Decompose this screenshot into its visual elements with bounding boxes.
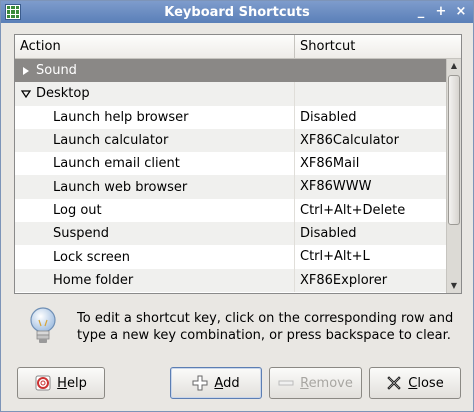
- add-mnemonic: A: [214, 375, 224, 391]
- action-label: Lock screen: [53, 249, 130, 265]
- action-cell: Home folder: [15, 268, 295, 292]
- action-cell: Launch web browser: [15, 175, 295, 199]
- tree-row[interactable]: Launch help browser Disabled: [15, 105, 447, 129]
- close-label: lose: [417, 375, 444, 391]
- remove-button[interactable]: Remove: [269, 367, 362, 399]
- add-label: dd: [223, 375, 240, 391]
- scrollbar-thumb[interactable]: [448, 75, 460, 225]
- keyboard-app-icon: [5, 4, 21, 20]
- shortcut-cell[interactable]: Disabled: [295, 222, 447, 245]
- action-cell: Launch help browser: [15, 105, 295, 129]
- action-label: Launch help browser: [53, 109, 189, 125]
- action-label: Suspend: [53, 226, 110, 242]
- action-cell: Launch email client: [15, 152, 295, 176]
- action-label: Launch email client: [53, 156, 180, 172]
- action-cell: Lock screen: [15, 245, 295, 269]
- action-cell: Sound: [15, 59, 295, 83]
- tree-row[interactable]: Log out Ctrl+Alt+Delete: [15, 198, 447, 223]
- add-icon: [192, 375, 208, 391]
- action-label: Desktop: [36, 86, 90, 102]
- tree-row[interactable]: Suspend Disabled: [15, 222, 447, 246]
- action-cell: Suspend: [15, 222, 295, 246]
- shortcut-cell[interactable]: XF86WWW: [295, 175, 447, 198]
- close-button[interactable]: Close: [369, 367, 461, 399]
- shortcut-cell[interactable]: Disabled: [295, 106, 447, 129]
- tree-group-row[interactable]: Sound: [15, 59, 447, 83]
- shortcut-cell[interactable]: XF86Mail: [295, 152, 447, 175]
- help-icon: [35, 375, 51, 391]
- keyboard-shortcuts-dialog: Keyboard Shortcuts _ + × Action Shortcut…: [0, 0, 474, 412]
- lightbulb-icon: [30, 307, 56, 343]
- action-label: Home folder: [53, 272, 134, 288]
- tree-group-row[interactable]: Desktop: [15, 82, 447, 106]
- column-header-shortcut[interactable]: Shortcut: [295, 35, 461, 59]
- shortcuts-tree-view[interactable]: Action Shortcut Sound Desktop Launch help …: [14, 34, 462, 294]
- remove-label: emove: [308, 375, 353, 391]
- shortcut-cell[interactable]: [295, 82, 447, 105]
- expander-collapsed-icon[interactable]: [18, 63, 34, 79]
- shortcut-cell[interactable]: Ctrl+Alt+Delete: [295, 199, 447, 222]
- close-mnemonic: C: [408, 375, 418, 391]
- shortcut-cell[interactable]: XF86Explorer: [295, 269, 447, 292]
- tree-row[interactable]: Launch calculator XF86Calculator: [15, 128, 447, 153]
- action-label: Launch calculator: [53, 133, 169, 149]
- tree-row[interactable]: Launch email client XF86Mail: [15, 152, 447, 176]
- minimize-button[interactable]: _: [413, 4, 429, 20]
- tree-row[interactable]: Lock screen Ctrl+Alt+L: [15, 245, 447, 269]
- maximize-button[interactable]: +: [433, 4, 449, 20]
- vertical-scrollbar[interactable]: ▲ ▼: [446, 59, 461, 293]
- info-message: To edit a shortcut key, click on the cor…: [77, 311, 454, 343]
- action-cell: Log out: [15, 198, 295, 223]
- help-button[interactable]: Help: [17, 367, 105, 399]
- title-bar[interactable]: Keyboard Shortcuts _ + ×: [1, 1, 473, 23]
- add-button[interactable]: Add: [170, 367, 262, 399]
- remove-icon: [278, 375, 294, 391]
- tree-header: Action Shortcut: [15, 35, 461, 59]
- expander-expanded-icon[interactable]: [18, 86, 34, 102]
- column-header-action[interactable]: Action: [15, 35, 295, 59]
- tree-row[interactable]: Launch web browser XF86WWW: [15, 175, 447, 199]
- window-title: Keyboard Shortcuts: [164, 4, 310, 20]
- scroll-down-icon[interactable]: ▼: [447, 279, 461, 293]
- action-cell: Launch calculator: [15, 128, 295, 153]
- action-label: Log out: [53, 202, 102, 218]
- shortcut-cell[interactable]: [295, 59, 447, 82]
- close-window-button[interactable]: ×: [453, 4, 469, 20]
- close-icon: [386, 375, 402, 391]
- action-label: Launch web browser: [53, 179, 188, 195]
- remove-mnemonic: R: [300, 375, 309, 391]
- help-label: elp: [66, 375, 87, 391]
- help-mnemonic: H: [57, 375, 67, 391]
- shortcut-cell[interactable]: XF86Calculator: [295, 129, 447, 152]
- tree-row[interactable]: Home folder XF86Explorer: [15, 268, 447, 292]
- action-cell: Desktop: [15, 82, 295, 106]
- scroll-up-icon[interactable]: ▲: [447, 59, 461, 73]
- tree-rows: Sound Desktop Launch help browser Disabled L…: [15, 59, 447, 292]
- action-label: Sound: [36, 63, 77, 79]
- shortcut-cell[interactable]: Ctrl+Alt+L: [295, 245, 447, 268]
